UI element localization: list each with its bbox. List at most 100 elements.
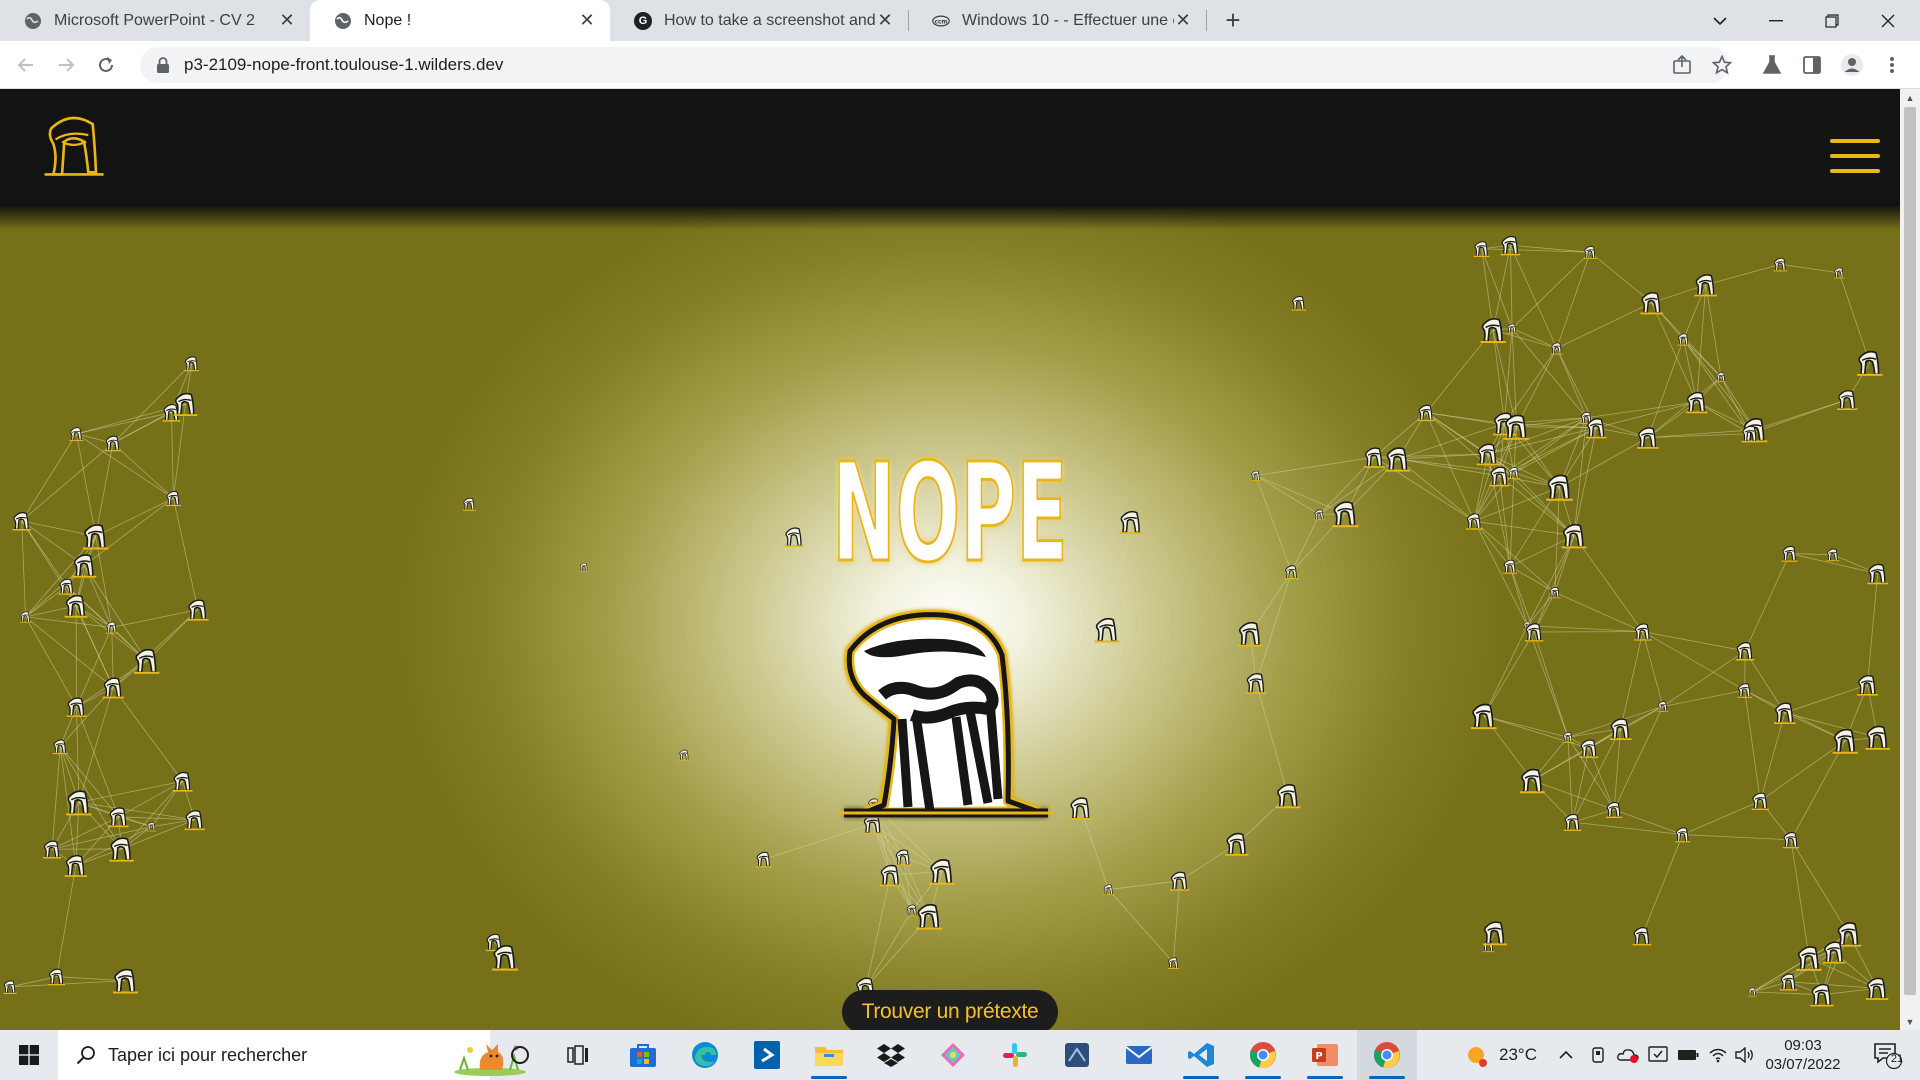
address-bar[interactable]: p3-2109-nope-front.toulouse-1.wilders.de… (140, 47, 1729, 83)
network-link (1867, 573, 1878, 685)
network-link (1511, 328, 1587, 419)
ccm-logo-icon: ccm (932, 12, 950, 30)
network-link (1573, 427, 1597, 536)
volume-icon[interactable] (1732, 1030, 1758, 1080)
network-link (1556, 252, 1591, 349)
network-link (1784, 684, 1868, 714)
show-hidden-icons-chevron-icon[interactable] (1552, 1030, 1580, 1080)
tab-search-button[interactable] (1692, 0, 1748, 41)
scrollbar-thumb[interactable] (1904, 107, 1916, 995)
chrome-dev-icon[interactable] (1357, 1030, 1417, 1080)
side-panel-icon[interactable] (1796, 49, 1828, 81)
svg-text:ccm: ccm (935, 19, 948, 25)
close-tab-icon[interactable]: ✕ (1174, 10, 1192, 30)
back-button[interactable] (10, 49, 42, 81)
microsoft-store-icon[interactable] (613, 1030, 673, 1080)
network-link (121, 819, 195, 850)
onedrive-error-icon[interactable] (1614, 1030, 1642, 1080)
share-icon[interactable] (1666, 49, 1698, 81)
network-link (1573, 535, 1644, 632)
dropbox-icon[interactable] (861, 1030, 921, 1080)
windows-taskbar: Taper ici pour rechercher P 23°C 09:03 0… (0, 1030, 1920, 1080)
network-link (1642, 631, 1746, 652)
task-view-icon[interactable] (548, 1030, 608, 1080)
tab-nope[interactable]: Nope ! ✕ (310, 0, 610, 41)
small-helmet-icon (1094, 617, 1120, 643)
weather-sun-icon[interactable] (1460, 1030, 1496, 1080)
tab-title: How to take a screenshot and sa (664, 11, 876, 29)
tab-separator (1206, 10, 1207, 31)
network-link (112, 687, 183, 782)
new-tab-button[interactable]: + (1220, 7, 1246, 34)
network-link (1255, 475, 1292, 573)
weather-temperature[interactable]: 23°C (1496, 1030, 1540, 1080)
network-link (1483, 715, 1569, 738)
security-icon[interactable] (1644, 1030, 1672, 1080)
small-helmet-icon (579, 562, 589, 572)
network-link (1179, 843, 1238, 882)
tab-powerpoint-cv[interactable]: Microsoft PowerPoint - CV 2 ✕ (0, 0, 310, 41)
small-helmet-icon (784, 527, 804, 547)
network-link (1108, 880, 1180, 890)
site-logo-helmet-icon[interactable] (38, 111, 108, 181)
network-link (1516, 348, 1558, 427)
network-link (1790, 839, 1850, 935)
file-explorer-icon[interactable] (799, 1030, 859, 1080)
close-tab-icon[interactable]: ✕ (578, 10, 596, 30)
page-scrollbar[interactable]: ▲ ▼ (1900, 89, 1920, 1030)
tab-windows10[interactable]: ccm Windows 10 - - Effectuer une cap ✕ (908, 0, 1206, 41)
network-link (1255, 475, 1346, 515)
lock-icon[interactable] (156, 57, 170, 73)
virtualbox-icon[interactable] (1047, 1030, 1107, 1080)
network-link (1642, 631, 1745, 691)
battery-icon[interactable] (1674, 1030, 1702, 1080)
labs-flask-icon[interactable] (1756, 49, 1788, 81)
cortana-icon[interactable] (490, 1030, 550, 1080)
network-link (1790, 839, 1810, 959)
network-link (118, 780, 183, 818)
vscode-icon[interactable] (1171, 1030, 1231, 1080)
tab-title: Nope ! (364, 11, 412, 29)
network-link (1080, 807, 1109, 890)
minimize-button[interactable] (1748, 0, 1804, 41)
network-link (1744, 553, 1791, 652)
tab-screenshot-howto[interactable]: G How to take a screenshot and sa ✕ (610, 0, 908, 41)
windows-start-button[interactable] (0, 1030, 58, 1080)
network-link (1532, 780, 1615, 811)
small-helmet-icon (678, 749, 690, 761)
gitkraken-icon[interactable] (923, 1030, 983, 1080)
network-link (1108, 889, 1174, 964)
taskbar-search-box[interactable]: Taper ici pour rechercher (58, 1030, 526, 1080)
taskbar-clock[interactable]: 09:03 03/07/2022 (1758, 1036, 1848, 1074)
network-link (76, 412, 172, 435)
network-link (1696, 284, 1707, 403)
close-tab-icon[interactable]: ✕ (278, 10, 296, 30)
mail-icon[interactable] (1109, 1030, 1169, 1080)
network-link (1556, 302, 1652, 349)
reload-button[interactable] (90, 49, 122, 81)
profile-avatar-icon[interactable] (1836, 49, 1868, 81)
menu-kebab-icon[interactable] (1876, 49, 1908, 81)
close-window-button[interactable] (1860, 0, 1916, 41)
scroll-up-arrow-icon[interactable]: ▲ (1900, 89, 1920, 106)
network-link (1642, 631, 1664, 707)
network-link (1749, 399, 1848, 435)
network-link (172, 498, 199, 610)
edge-icon[interactable] (675, 1030, 735, 1080)
hamburger-menu-button[interactable] (1830, 139, 1880, 175)
network-link (1780, 263, 1840, 274)
slack-icon[interactable] (985, 1030, 1045, 1080)
notification-center-icon[interactable]: 21 (1862, 1030, 1912, 1080)
forward-button[interactable] (50, 49, 82, 81)
tray-device-icon[interactable] (1584, 1030, 1612, 1080)
chrome-icon[interactable] (1233, 1030, 1293, 1080)
restore-button[interactable] (1804, 0, 1860, 41)
powerpoint-icon[interactable]: P (1295, 1030, 1355, 1080)
network-link (1511, 251, 1591, 329)
find-excuse-button[interactable]: Trouver un prétexte (842, 990, 1058, 1030)
bookmark-star-icon[interactable] (1706, 49, 1738, 81)
scroll-down-arrow-icon[interactable]: ▼ (1900, 1013, 1920, 1030)
azure-icon[interactable] (737, 1030, 797, 1080)
close-tab-icon[interactable]: ✕ (876, 10, 894, 30)
wifi-icon[interactable] (1704, 1030, 1732, 1080)
